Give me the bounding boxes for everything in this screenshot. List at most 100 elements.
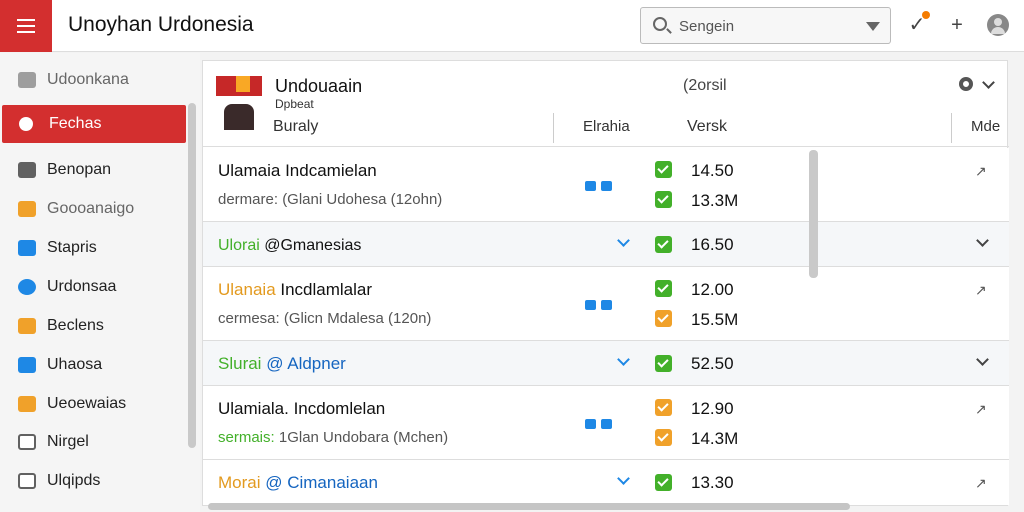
avatar[interactable] xyxy=(987,14,1009,36)
chevron-down-icon[interactable] xyxy=(617,234,630,247)
row-title-rest: Incdlamlalar xyxy=(275,280,373,299)
sidebar-item-goooanaigo[interactable]: Goooanaigo xyxy=(0,190,188,228)
table-row[interactable]: Ulanaia Incdlamlalar cermesa: (Glicn Mda… xyxy=(203,267,1009,341)
column-divider xyxy=(553,113,554,143)
tag-icon xyxy=(601,419,612,429)
table-row[interactable]: Slurai @ Aldpner 52.50 xyxy=(203,341,1009,386)
sidebar-item-benopan[interactable]: Benopan xyxy=(0,151,188,189)
window-icon xyxy=(18,357,36,373)
row-title: Morai @ Cimanaiaan xyxy=(218,473,378,493)
checkbox[interactable] xyxy=(655,236,672,253)
column-header-buraly[interactable]: Buraly xyxy=(273,118,318,136)
box-icon xyxy=(18,201,36,217)
star-icon xyxy=(18,396,36,412)
checkbox[interactable] xyxy=(655,310,672,327)
sidebar-item-label: Ulqipds xyxy=(47,472,101,489)
chevron-down-icon[interactable] xyxy=(976,353,989,366)
panel-scrollbar-horizontal[interactable] xyxy=(208,503,850,510)
sidebar-item-label: Benopan xyxy=(47,161,112,178)
sidebar-item-label: Uhaosa xyxy=(47,356,103,373)
chevron-down-icon[interactable] xyxy=(617,472,630,485)
chevron-down-icon[interactable] xyxy=(617,353,630,366)
expand-icon[interactable]: ↗ xyxy=(975,282,987,299)
row-title: Ulanaia Incdlamlalar xyxy=(218,280,372,300)
sidebar-item-label: Ueoewaias xyxy=(47,395,127,412)
checkbox[interactable] xyxy=(655,355,672,372)
panel-subtitle: Dpbeat xyxy=(275,97,314,111)
sidebar-item-udoonkana[interactable]: Udoonkana xyxy=(0,61,188,99)
search-icon xyxy=(653,17,667,31)
table-row[interactable]: Ulorai @Gmanesias 16.50 xyxy=(203,222,1009,267)
row-title-prefix: Ulanaia xyxy=(218,280,276,299)
pin-icon[interactable]: ✓ xyxy=(906,11,930,36)
checkbox[interactable] xyxy=(655,399,672,416)
checkbox[interactable] xyxy=(655,474,672,491)
sidebar-item-fechas[interactable]: Fechas xyxy=(2,105,186,143)
expand-icon[interactable]: ↗ xyxy=(975,401,987,418)
tag-icon xyxy=(585,181,596,191)
sidebar-item-stapris[interactable]: Stapris xyxy=(0,229,188,267)
table-row[interactable]: Ulamaia Indcamielan dermare: (Glani Udoh… xyxy=(203,148,1009,222)
doc-icon xyxy=(18,72,36,88)
row-title-prefix: Morai xyxy=(218,473,261,492)
table-row[interactable]: Ulamiala. Incdomlelan sermais: 1Glan Und… xyxy=(203,386,1009,460)
main-panel: Undouaain Dpbeat Buraly Elrahia Versk Md… xyxy=(202,60,1009,506)
row-value: 12.90 xyxy=(691,399,734,418)
row-title: Ulorai @Gmanesias xyxy=(218,235,361,255)
checkbox[interactable] xyxy=(655,280,672,297)
sidebar-item-label: Stapris xyxy=(47,239,97,256)
column-divider xyxy=(951,113,952,143)
row-title: Slurai @ Aldpner xyxy=(218,354,346,374)
chevron-down-icon[interactable] xyxy=(982,76,995,89)
column-header-versk[interactable]: Versk xyxy=(687,118,727,136)
triangle-down-icon[interactable] xyxy=(866,22,880,31)
column-header-elrahia[interactable]: Elrahia xyxy=(583,118,630,135)
gear-icon[interactable] xyxy=(959,77,973,91)
gear-icon xyxy=(19,117,33,131)
checkbox[interactable] xyxy=(655,191,672,208)
row-subtitle: cermesa: (Glicn Mdalesa (120n) xyxy=(218,310,432,327)
row-subtitle-prefix: sermais: xyxy=(218,429,275,446)
thumbnail-image xyxy=(216,76,262,134)
row-value: 13.30 xyxy=(691,473,734,492)
table-row[interactable]: Morai @ Cimanaiaan 13.30 ↗ xyxy=(203,460,1009,505)
row-value: 52.50 xyxy=(691,354,734,373)
tag-icon xyxy=(601,300,612,310)
row-value: 15.5M xyxy=(691,310,739,329)
sidebar-item-nirgel[interactable]: Nirgel xyxy=(0,423,188,461)
checkbox[interactable] xyxy=(655,429,672,446)
search-input[interactable]: Sengein xyxy=(640,7,891,44)
menu-icon[interactable] xyxy=(0,0,52,52)
sidebar-item-ulqipds[interactable]: Ulqipds xyxy=(0,462,188,500)
row-subtitle: sermais: 1Glan Undobara (Mchen) xyxy=(218,429,448,446)
row-value: 12.00 xyxy=(691,280,734,299)
notification-dot xyxy=(922,11,930,19)
sidebar-item-uhaosa[interactable]: Uhaosa xyxy=(0,346,188,384)
row-title-rest: @Gmanesias xyxy=(259,237,362,254)
sidebar-scrollbar[interactable] xyxy=(188,103,196,448)
panel-title: Undouaain xyxy=(275,76,363,96)
image-icon xyxy=(18,240,36,256)
sidebar-item-urdonsaa[interactable]: Urdonsaa xyxy=(0,268,188,306)
row-value: 13.3M xyxy=(691,191,739,210)
sidebar-item-label: Fechas xyxy=(49,115,102,132)
checkbox[interactable] xyxy=(655,161,672,178)
top-bar: Unoyhan Urdonesia Sengein ✓ + xyxy=(0,0,1024,52)
plus-icon[interactable]: + xyxy=(946,14,968,36)
tag-icon xyxy=(585,419,596,429)
expand-icon[interactable]: ↗ xyxy=(975,475,987,492)
panel-scrollbar-vertical[interactable] xyxy=(809,150,818,278)
panel-header: Undouaain Dpbeat Buraly Elrahia Versk Md… xyxy=(203,61,1009,147)
expand-icon[interactable]: ↗ xyxy=(975,163,987,180)
row-title-prefix: Slurai xyxy=(218,354,262,373)
column-header-mde[interactable]: Mde xyxy=(971,118,1000,135)
sidebar-item-label: Urdonsaa xyxy=(47,278,117,295)
sidebar-item-beclens[interactable]: Beclens xyxy=(0,307,188,345)
item-count: (2orsil xyxy=(683,77,727,94)
row-value: 16.50 xyxy=(691,235,734,254)
row-title-rest: @ Aldpner xyxy=(261,354,346,373)
sidebar-item-ueoewaias[interactable]: Ueoewaias xyxy=(0,385,188,423)
sidebar-item-label: Beclens xyxy=(47,317,104,334)
tag-icon xyxy=(585,300,596,310)
chevron-down-icon[interactable] xyxy=(976,234,989,247)
